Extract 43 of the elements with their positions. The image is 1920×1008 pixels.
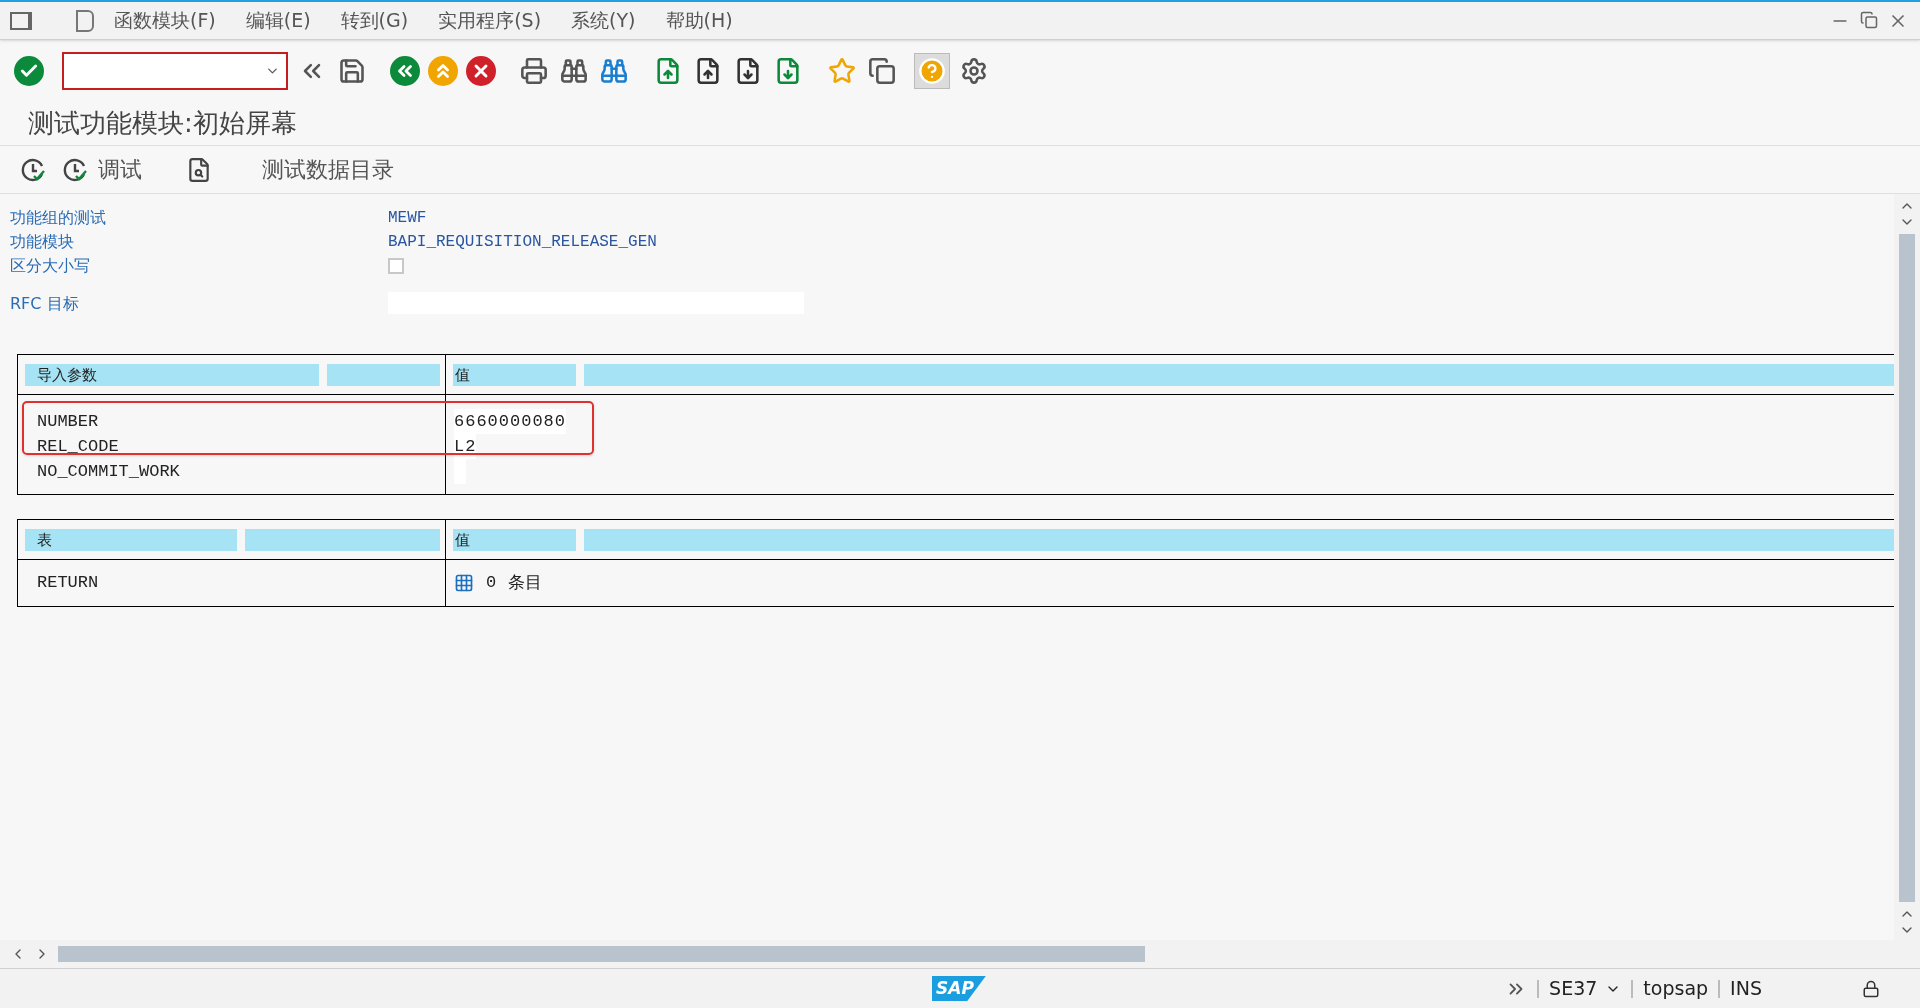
horizontal-scrollbar[interactable] [58, 946, 1145, 962]
toolbar-button[interactable]: 调试 [58, 153, 146, 186]
input-mode: INS [1730, 976, 1762, 1002]
column-header: 值 [453, 363, 576, 386]
column-header: 值 [453, 528, 576, 551]
field-label: 区分大小写 [10, 255, 91, 277]
field-value: MEWF [388, 208, 427, 229]
field-label: 功能模块 [10, 231, 75, 253]
restore-icon[interactable] [1860, 10, 1878, 31]
column-header: 导入参数 [25, 363, 319, 386]
column-header: 表 [25, 528, 237, 551]
lock-icon[interactable] [1862, 979, 1880, 998]
menu-item[interactable]: 系统(Y) [571, 6, 636, 35]
screen-title: 测试功能模块:初始屏幕 [28, 107, 297, 140]
table-icon[interactable] [454, 573, 474, 593]
field-label: 功能组的测试 [10, 207, 107, 229]
back-button[interactable] [390, 56, 420, 86]
transaction-dropdown[interactable]: SE37 [1549, 974, 1622, 1003]
sap-logo: SAP [932, 975, 986, 1002]
command-field[interactable] [62, 52, 288, 90]
menu-item[interactable]: 编辑(E) [245, 6, 311, 35]
case-checkbox[interactable] [388, 258, 404, 274]
print-icon[interactable] [518, 55, 550, 87]
toolbar-button[interactable]: 测试数据目录 [258, 153, 398, 186]
enter-button[interactable] [14, 56, 44, 86]
menu-item[interactable]: 转到(G) [340, 6, 409, 35]
system-name: topsap [1643, 976, 1709, 1002]
parameter-name: NO_COMMIT_WORK [37, 461, 181, 483]
menu-icon[interactable] [10, 11, 32, 30]
menu-item[interactable]: 帮助(H) [665, 6, 733, 35]
entry-count: 0 [486, 572, 497, 595]
parameter-name: NUMBER [37, 411, 100, 433]
parameter-value[interactable]: 6660000080 [454, 409, 567, 434]
vertical-scrollbar[interactable] [1899, 234, 1915, 902]
cancel-button[interactable] [466, 56, 496, 86]
field-label: RFC 目标 [10, 293, 80, 315]
entry-unit: 条目 [508, 571, 543, 595]
parameter-name: REL_CODE [37, 436, 120, 458]
field-value: BAPI_REQUISITION_RELEASE_GEN [388, 232, 657, 253]
menu-item[interactable]: 实用程序(S) [438, 6, 542, 35]
menu-item[interactable]: 函数模块(F) [114, 6, 216, 35]
table-name: RETURN [37, 572, 99, 595]
parameter-value[interactable]: L2 [454, 434, 477, 459]
